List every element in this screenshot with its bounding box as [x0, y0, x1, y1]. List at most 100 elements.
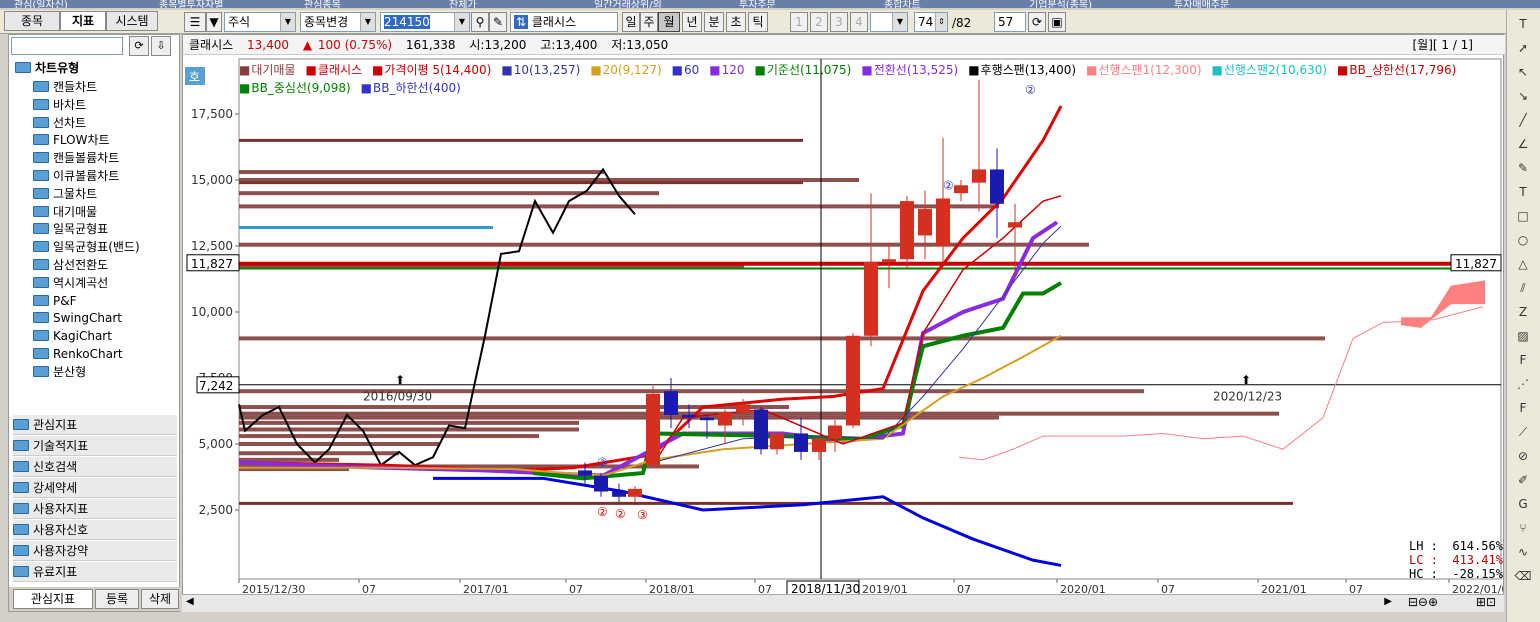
legend-item[interactable]: ■기준선(11,075) — [755, 63, 857, 77]
market-select[interactable]: 주식 ▼ — [224, 12, 296, 32]
wave-icon[interactable]: ∿ — [1511, 542, 1535, 562]
favorite-indicator-button[interactable]: 관심지표 — [13, 589, 93, 609]
tree-item[interactable]: 캔들볼륨차트 — [33, 150, 119, 167]
window-tab[interactable]: 관심(일자신) — [14, 0, 68, 8]
rectangle-icon[interactable]: □ — [1511, 206, 1535, 226]
zoom-controls[interactable]: ⊟⊖⊕ — [1408, 595, 1438, 609]
tree-item[interactable]: 역시계곡선 — [33, 275, 108, 292]
category-item[interactable]: 사용자지표 — [13, 499, 177, 519]
category-item[interactable]: 기술적지표 — [13, 436, 177, 456]
line-icon[interactable]: ╱ — [1511, 110, 1535, 130]
text-tool-icon[interactable]: T — [1511, 182, 1535, 202]
window-tab[interactable]: 일간거래상위/외 — [594, 0, 662, 8]
refresh-icon[interactable]: ⟳ — [1028, 12, 1046, 32]
search-icon[interactable]: ⚲ — [471, 12, 489, 32]
legend-item[interactable]: ■전환선(13,525) — [861, 63, 963, 77]
pencil-icon[interactable]: ✎ — [1511, 158, 1535, 178]
window-tab[interactable]: 종합차트 — [884, 0, 921, 8]
legend-item[interactable]: ■60 — [672, 63, 705, 77]
grid-icon[interactable]: ▨ — [1511, 326, 1535, 346]
scroll-right-icon[interactable]: ▶ — [1384, 596, 1392, 607]
price-chart[interactable]: 17,50015,00012,50010,0007,5005,0002,5002… — [183, 55, 1503, 611]
category-item[interactable]: 사용자신호 — [13, 520, 177, 540]
legend-item[interactable]: ■BB_중심선(9,098) — [239, 81, 356, 95]
window-tab[interactable]: 투자매매주문 — [1174, 0, 1229, 8]
horizontal-scrollbar[interactable]: ◀ ▶ ⊟⊖⊕ ⊞⊡ — [182, 594, 1504, 612]
num-select[interactable]: ▼ — [870, 12, 908, 32]
legend-item[interactable]: ■대기매물 — [239, 63, 301, 77]
count-stepper[interactable]: 74 ⇕ — [914, 12, 948, 32]
delete-button[interactable]: 삭제 — [141, 589, 179, 609]
legend-item[interactable]: ■BB_하한선(400) — [361, 81, 466, 95]
window-tab[interactable]: 관심종목 — [304, 0, 341, 8]
period-month-button[interactable]: 월 — [658, 12, 680, 32]
tree-item[interactable]: SwingChart — [33, 310, 122, 327]
fibonacci-icon[interactable]: F — [1511, 350, 1535, 370]
zoom-input[interactable]: 57 — [994, 12, 1026, 32]
tree-item[interactable]: 선차트 — [33, 115, 86, 132]
legend-item[interactable]: ■120 — [709, 63, 749, 77]
tree-item[interactable]: RenkoChart — [33, 346, 123, 363]
period-year-button[interactable]: 년 — [682, 12, 702, 32]
tree-item[interactable]: 그물차트 — [33, 186, 97, 203]
tree-item[interactable]: FLOW차트 — [33, 132, 110, 149]
stepper-icon[interactable]: ⇕ — [935, 13, 947, 31]
gann-icon[interactable]: ⟋ — [1511, 422, 1535, 442]
tree-item[interactable]: P&F — [33, 293, 77, 310]
period-day-button[interactable]: 일 — [622, 12, 640, 32]
tree-item[interactable]: 바차트 — [33, 97, 86, 114]
angle-icon[interactable]: ∠ — [1511, 134, 1535, 154]
category-item[interactable]: 강세약세 — [13, 478, 177, 498]
num-2-button[interactable]: 2 — [810, 12, 828, 32]
tree-item[interactable]: 분산형 — [33, 364, 86, 381]
wrench-icon[interactable]: ✎ — [489, 12, 507, 32]
category-item[interactable]: 유료지표 — [13, 562, 177, 582]
cursor-icon[interactable]: T — [1511, 14, 1535, 34]
num-4-button[interactable]: 4 — [850, 12, 868, 32]
save-icon[interactable]: ▣ — [1048, 12, 1066, 32]
tree-item[interactable]: 대기매물 — [33, 204, 97, 221]
legend-item[interactable]: ■선행스팬1(12,300) — [1086, 63, 1207, 77]
category-item[interactable]: 사용자강약 — [13, 541, 177, 561]
tree-item[interactable]: 일목균형표(밴드) — [33, 239, 140, 256]
stock-name-field[interactable]: ⇅ 클래시스 — [510, 12, 618, 32]
brush-icon[interactable]: ✐ — [1511, 470, 1535, 490]
tab-stock[interactable]: 종목 — [4, 11, 60, 31]
download-icon[interactable]: ⇩ — [151, 36, 171, 56]
fork-icon[interactable]: ⑂ — [1511, 518, 1535, 538]
legend-item[interactable]: ■가격이평 5(14,400) — [372, 63, 496, 77]
tree-item[interactable]: 일목균형표 — [33, 221, 108, 238]
legend-item[interactable]: ■선행스팬2(10,630) — [1212, 63, 1333, 77]
legend-item[interactable]: ■클래시스 — [306, 63, 368, 77]
tree-item[interactable]: 삼선전환도 — [33, 257, 108, 274]
tree-item[interactable]: 캔들차트 — [33, 79, 97, 96]
period-tick-button[interactable]: 틱 — [748, 12, 768, 32]
zigzag-icon[interactable]: Z — [1511, 302, 1535, 322]
stock-change-select[interactable]: 종목변경 ▼ — [300, 12, 376, 32]
chart-options-icon[interactable]: ⊞⊡ — [1476, 595, 1496, 609]
tree-item[interactable]: KagiChart — [33, 328, 112, 345]
gap-icon[interactable]: G — [1511, 494, 1535, 514]
download-icon[interactable]: ▼ — [206, 12, 222, 32]
tab-indicator[interactable]: 지표 — [60, 11, 106, 31]
category-item[interactable]: 관심지표 — [13, 415, 177, 435]
cycle-icon[interactable]: ⊘ — [1511, 446, 1535, 466]
legend-item[interactable]: ■후행스팬(13,400) — [968, 63, 1081, 77]
indicator-search-input[interactable] — [11, 37, 123, 55]
register-button[interactable]: 등록 — [95, 589, 139, 609]
window-tab[interactable]: 투자주문 — [739, 0, 776, 8]
pointer-icon[interactable]: ➚ — [1511, 38, 1535, 58]
legend-item[interactable]: ■20(9,127) — [590, 63, 666, 77]
fib-fan-icon[interactable]: F — [1511, 398, 1535, 418]
period-minute-button[interactable]: 분 — [704, 12, 724, 32]
scroll-left-icon[interactable]: ◀ — [186, 596, 194, 607]
tree-root-chart-type[interactable]: 차트유형 — [15, 59, 79, 77]
legend-item[interactable]: ■BB_상한선(17,796) — [1337, 63, 1461, 77]
eraser-icon[interactable]: ⌫ — [1511, 566, 1535, 586]
arrow-tool-icon[interactable]: ↖ — [1511, 62, 1535, 82]
diagonal-tool-icon[interactable]: ↘ — [1511, 86, 1535, 106]
triangle-icon[interactable]: △ — [1511, 254, 1535, 274]
fan-icon[interactable]: ⋰ — [1511, 374, 1535, 394]
circle-icon[interactable]: ○ — [1511, 230, 1535, 250]
stock-code-input[interactable]: 214150 ▼ — [380, 12, 470, 32]
